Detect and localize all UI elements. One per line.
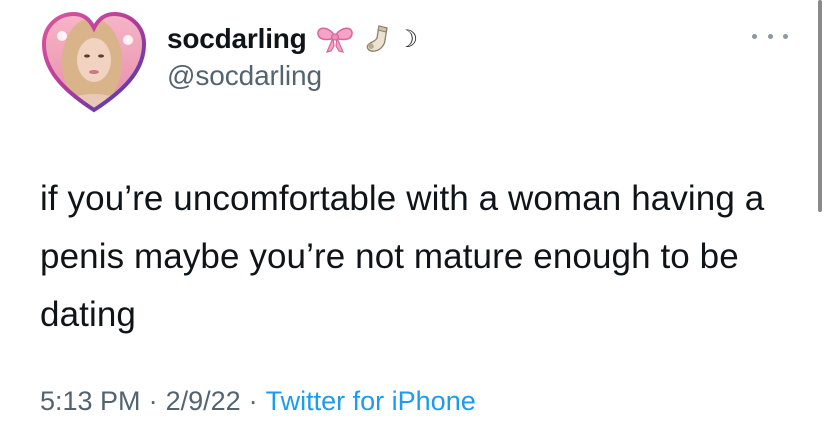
meta-separator: · (248, 386, 258, 416)
more-dot-icon (767, 33, 773, 39)
tweet-metadata: 5:13 PM · 2/9/22 · Twitter for iPhone (40, 386, 476, 417)
tweet-time[interactable]: 5:13 PM (40, 386, 141, 417)
crescent-moon-icon: ☽ (396, 25, 419, 53)
avatar-heart-image (41, 11, 147, 113)
tweet-date[interactable]: 2/9/22 (166, 386, 241, 417)
tweet-source-link[interactable]: Twitter for iPhone (266, 386, 476, 417)
more-options-button[interactable] (752, 26, 788, 46)
more-dot-icon (752, 33, 757, 39)
avatar[interactable] (40, 10, 148, 114)
username-handle[interactable]: @socdarling (167, 60, 322, 92)
display-name-row[interactable]: socdarling ☽ (167, 19, 418, 59)
meta-separator: · (148, 386, 158, 416)
tweet-card: socdarling ☽ @socdarling if you’re uncom… (0, 0, 826, 434)
more-dot-icon (783, 33, 788, 39)
tweet-text: if you’re uncomfortable with a woman hav… (40, 179, 765, 334)
display-name[interactable]: socdarling (167, 23, 307, 55)
scrollbar[interactable] (818, 0, 822, 212)
ribbon-bow-icon (315, 24, 355, 54)
sock-icon (363, 24, 393, 54)
